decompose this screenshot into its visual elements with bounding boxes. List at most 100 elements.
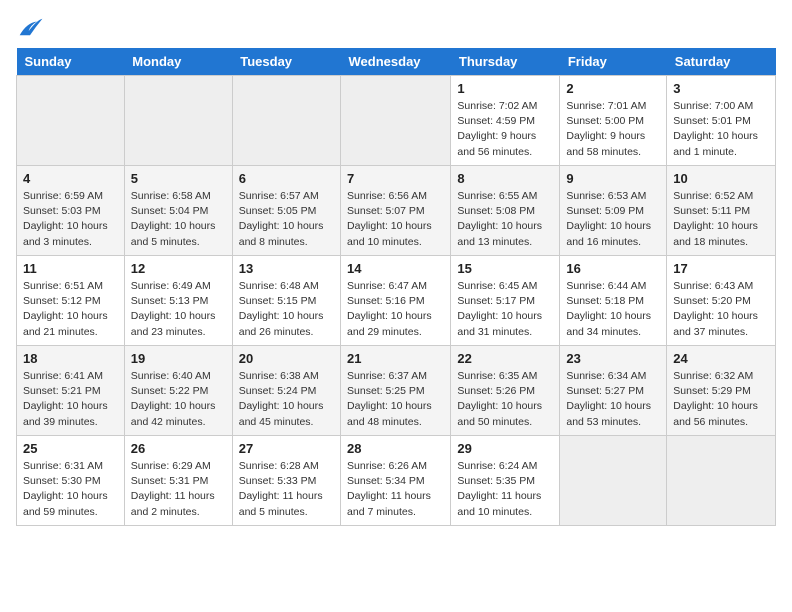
day-number: 18 <box>23 351 118 366</box>
day-info: Sunrise: 6:58 AM Sunset: 5:04 PM Dayligh… <box>131 189 226 250</box>
day-number: 11 <box>23 261 118 276</box>
day-number: 16 <box>566 261 660 276</box>
day-number: 5 <box>131 171 226 186</box>
calendar-cell: 14Sunrise: 6:47 AM Sunset: 5:16 PM Dayli… <box>341 256 451 346</box>
day-info: Sunrise: 7:02 AM Sunset: 4:59 PM Dayligh… <box>457 99 553 160</box>
day-info: Sunrise: 6:43 AM Sunset: 5:20 PM Dayligh… <box>673 279 769 340</box>
header-thursday: Thursday <box>451 48 560 76</box>
day-number: 4 <box>23 171 118 186</box>
day-info: Sunrise: 6:35 AM Sunset: 5:26 PM Dayligh… <box>457 369 553 430</box>
day-number: 19 <box>131 351 226 366</box>
day-info: Sunrise: 6:52 AM Sunset: 5:11 PM Dayligh… <box>673 189 769 250</box>
calendar-cell: 22 Sunrise: 6:35 AM Sunset: 5:26 PM Dayli… <box>451 346 560 436</box>
calendar-header-row: SundayMondayTuesdayWednesdayThursdayFrid… <box>17 48 776 76</box>
calendar-cell: 16 Sunrise: 6:44 AM Sunset: 5:18 PM Dayli… <box>560 256 667 346</box>
day-number: 25 <box>23 441 118 456</box>
day-number: 13 <box>239 261 334 276</box>
calendar-cell <box>341 76 451 166</box>
calendar-week-row: 18 Sunrise: 6:41 AM Sunset: 5:21 PM Dayli… <box>17 346 776 436</box>
day-info: Sunrise: 6:31 AM Sunset: 5:30 PM Dayligh… <box>23 459 118 520</box>
header-tuesday: Tuesday <box>232 48 340 76</box>
day-number: 3 <box>673 81 769 96</box>
day-number: 23 <box>566 351 660 366</box>
calendar-table: SundayMondayTuesdayWednesdayThursdayFrid… <box>16 48 776 526</box>
calendar-cell: 4 Sunrise: 6:59 AM Sunset: 5:03 PM Daylig… <box>17 166 125 256</box>
day-info: Sunrise: 6:48 AM Sunset: 5:15 PM Dayligh… <box>239 279 334 340</box>
day-number: 20 <box>239 351 334 366</box>
calendar-cell: 7 Sunrise: 6:56 AM Sunset: 5:07 PM Daylig… <box>341 166 451 256</box>
calendar-cell: 1 Sunrise: 7:02 AM Sunset: 4:59 PM Daylig… <box>451 76 560 166</box>
header-monday: Monday <box>124 48 232 76</box>
day-number: 27 <box>239 441 334 456</box>
day-info: Sunrise: 7:01 AM Sunset: 5:00 PM Dayligh… <box>566 99 660 160</box>
day-info: Sunrise: 6:53 AM Sunset: 5:09 PM Dayligh… <box>566 189 660 250</box>
header-sunday: Sunday <box>17 48 125 76</box>
calendar-cell: 27 Sunrise: 6:28 AM Sunset: 5:33 PM Dayli… <box>232 436 340 526</box>
day-number: 21 <box>347 351 444 366</box>
day-info: Sunrise: 6:55 AM Sunset: 5:08 PM Dayligh… <box>457 189 553 250</box>
day-info: Sunrise: 6:29 AM Sunset: 5:31 PM Dayligh… <box>131 459 226 520</box>
day-info: Sunrise: 6:44 AM Sunset: 5:18 PM Dayligh… <box>566 279 660 340</box>
calendar-week-row: 1 Sunrise: 7:02 AM Sunset: 4:59 PM Daylig… <box>17 76 776 166</box>
day-number: 24 <box>673 351 769 366</box>
day-info: Sunrise: 6:32 AM Sunset: 5:29 PM Dayligh… <box>673 369 769 430</box>
calendar-cell <box>232 76 340 166</box>
day-number: 9 <box>566 171 660 186</box>
day-number: 26 <box>131 441 226 456</box>
day-number: 1 <box>457 81 553 96</box>
calendar-cell: 29 Sunrise: 6:24 AM Sunset: 5:35 PM Dayli… <box>451 436 560 526</box>
calendar-cell: 26 Sunrise: 6:29 AM Sunset: 5:31 PM Dayli… <box>124 436 232 526</box>
day-number: 7 <box>347 171 444 186</box>
calendar-cell: 10 Sunrise: 6:52 AM Sunset: 5:11 PM Dayli… <box>667 166 776 256</box>
calendar-cell: 24 Sunrise: 6:32 AM Sunset: 5:29 PM Dayli… <box>667 346 776 436</box>
day-number: 2 <box>566 81 660 96</box>
logo <box>16 16 48 38</box>
calendar-cell: 28 Sunrise: 6:26 AM Sunset: 5:34 PM Dayli… <box>341 436 451 526</box>
calendar-cell: 5 Sunrise: 6:58 AM Sunset: 5:04 PM Daylig… <box>124 166 232 256</box>
calendar-cell: 18 Sunrise: 6:41 AM Sunset: 5:21 PM Dayli… <box>17 346 125 436</box>
calendar-cell: 3 Sunrise: 7:00 AM Sunset: 5:01 PM Daylig… <box>667 76 776 166</box>
day-info: Sunrise: 6:24 AM Sunset: 5:35 PM Dayligh… <box>457 459 553 520</box>
calendar-cell <box>667 436 776 526</box>
header-friday: Friday <box>560 48 667 76</box>
day-info: Sunrise: 6:26 AM Sunset: 5:34 PM Dayligh… <box>347 459 444 520</box>
day-info: Sunrise: 7:00 AM Sunset: 5:01 PM Dayligh… <box>673 99 769 160</box>
calendar-cell: 21 Sunrise: 6:37 AM Sunset: 5:25 PM Dayli… <box>341 346 451 436</box>
calendar-cell: 6 Sunrise: 6:57 AM Sunset: 5:05 PM Daylig… <box>232 166 340 256</box>
calendar-cell: 15 Sunrise: 6:45 AM Sunset: 5:17 PM Dayli… <box>451 256 560 346</box>
day-number: 6 <box>239 171 334 186</box>
calendar-week-row: 11Sunrise: 6:51 AM Sunset: 5:12 PM Dayli… <box>17 256 776 346</box>
day-info: Sunrise: 6:45 AM Sunset: 5:17 PM Dayligh… <box>457 279 553 340</box>
day-number: 10 <box>673 171 769 186</box>
calendar-cell: 23 Sunrise: 6:34 AM Sunset: 5:27 PM Dayli… <box>560 346 667 436</box>
day-number: 17 <box>673 261 769 276</box>
day-info: Sunrise: 6:38 AM Sunset: 5:24 PM Dayligh… <box>239 369 334 430</box>
day-number: 8 <box>457 171 553 186</box>
day-number: 15 <box>457 261 553 276</box>
calendar-cell <box>17 76 125 166</box>
day-number: 14 <box>347 261 444 276</box>
day-number: 29 <box>457 441 553 456</box>
day-info: Sunrise: 6:49 AM Sunset: 5:13 PM Dayligh… <box>131 279 226 340</box>
day-number: 12 <box>131 261 226 276</box>
page-header <box>16 16 776 38</box>
day-info: Sunrise: 6:57 AM Sunset: 5:05 PM Dayligh… <box>239 189 334 250</box>
day-info: Sunrise: 6:34 AM Sunset: 5:27 PM Dayligh… <box>566 369 660 430</box>
day-number: 22 <box>457 351 553 366</box>
day-number: 28 <box>347 441 444 456</box>
day-info: Sunrise: 6:28 AM Sunset: 5:33 PM Dayligh… <box>239 459 334 520</box>
calendar-week-row: 25 Sunrise: 6:31 AM Sunset: 5:30 PM Dayli… <box>17 436 776 526</box>
day-info: Sunrise: 6:59 AM Sunset: 5:03 PM Dayligh… <box>23 189 118 250</box>
calendar-cell <box>124 76 232 166</box>
day-info: Sunrise: 6:56 AM Sunset: 5:07 PM Dayligh… <box>347 189 444 250</box>
calendar-cell: 12 Sunrise: 6:49 AM Sunset: 5:13 PM Dayli… <box>124 256 232 346</box>
calendar-cell: 20 Sunrise: 6:38 AM Sunset: 5:24 PM Dayli… <box>232 346 340 436</box>
day-info: Sunrise: 6:41 AM Sunset: 5:21 PM Dayligh… <box>23 369 118 430</box>
calendar-week-row: 4 Sunrise: 6:59 AM Sunset: 5:03 PM Daylig… <box>17 166 776 256</box>
calendar-cell <box>560 436 667 526</box>
calendar-cell: 17 Sunrise: 6:43 AM Sunset: 5:20 PM Dayli… <box>667 256 776 346</box>
header-saturday: Saturday <box>667 48 776 76</box>
calendar-cell: 13 Sunrise: 6:48 AM Sunset: 5:15 PM Dayli… <box>232 256 340 346</box>
day-info: Sunrise: 6:37 AM Sunset: 5:25 PM Dayligh… <box>347 369 444 430</box>
day-info: Sunrise: 6:40 AM Sunset: 5:22 PM Dayligh… <box>131 369 226 430</box>
